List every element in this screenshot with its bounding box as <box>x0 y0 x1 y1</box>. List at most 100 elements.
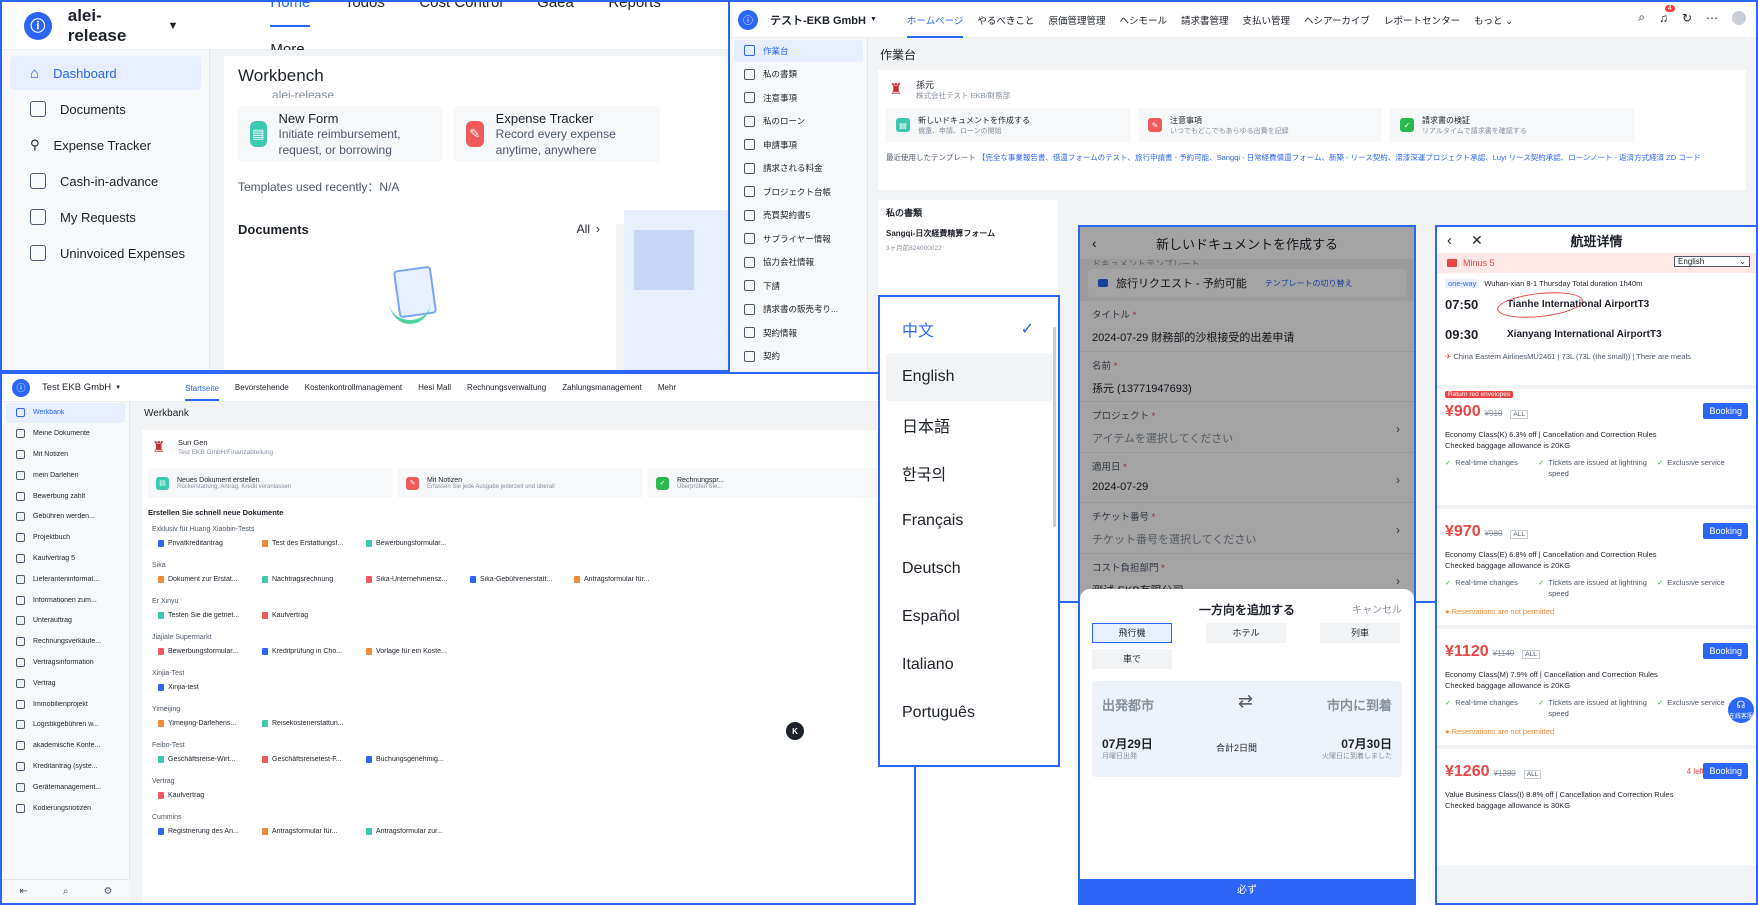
sidebar-item[interactable]: 作業台 <box>734 40 863 62</box>
template-item[interactable]: Yimeijing-Darlehens... <box>158 720 248 727</box>
template-item[interactable]: Privatkreditantrag <box>158 540 248 547</box>
template-item[interactable]: Registrierung des An... <box>158 828 248 835</box>
nav-mall[interactable]: Hesi Mall <box>418 383 451 392</box>
nav-mehr[interactable]: Mehr <box>658 383 676 392</box>
template-item[interactable]: Bewerbungsformular... <box>158 648 248 655</box>
language-option[interactable]: Português <box>886 689 1052 737</box>
refresh-icon[interactable]: ↻ <box>1682 11 1692 25</box>
sidebar-item-uninvoiced[interactable]: Uninvoiced Expenses <box>10 236 201 270</box>
invoice-card[interactable]: ✓ Rechnungspr... Überprüfen Sie... <box>648 468 892 498</box>
template-item[interactable]: Nachtragsrechnung <box>262 576 352 583</box>
sidebar-item[interactable]: 注意事項 <box>734 87 863 109</box>
notes-card[interactable]: ✎ Mit Notizen Erfassen Sie jede Ausgabe j… <box>398 468 642 498</box>
from-city[interactable]: 出発都市 <box>1102 695 1154 714</box>
sidebar-item[interactable]: Mit Notizen <box>6 445 125 465</box>
sidebar-item[interactable]: 下請 <box>734 275 863 297</box>
app-name[interactable]: Test EKB GmbH <box>42 382 111 393</box>
sidebar-item[interactable]: Bewerbung zahlt <box>6 486 125 506</box>
gear-icon[interactable]: ⚙ <box>104 886 113 897</box>
to-city[interactable]: 市内に到着 <box>1327 695 1392 714</box>
search-icon[interactable]: ⌕ <box>1638 10 1645 25</box>
sidebar-item[interactable]: 私のローン <box>734 111 863 133</box>
sidebar-item[interactable]: Lieferanteninformat... <box>6 569 125 589</box>
sidebar-item[interactable]: Meine Dokumente <box>6 424 125 444</box>
nav-payment[interactable]: 支払い管理 <box>1242 13 1290 27</box>
language-option[interactable]: Deutsch <box>886 545 1052 593</box>
template-item[interactable]: Antragsformular zur... <box>366 828 456 835</box>
nav-report[interactable]: レポートセンター <box>1384 13 1460 27</box>
sidebar-item[interactable]: Kaufvertrag 5 <box>6 549 125 569</box>
template-item[interactable]: Kaufvertrag <box>158 792 248 799</box>
template-item[interactable]: Buchungsgenehmig... <box>366 756 456 763</box>
option-car[interactable]: 車で <box>1092 649 1172 669</box>
nav-zahlung[interactable]: Zahlungsmanagement <box>562 383 642 392</box>
language-option[interactable]: Italiano <box>886 641 1052 689</box>
nav-mall[interactable]: ヘシモール <box>1119 13 1167 27</box>
sidebar-item[interactable]: Projektbuch <box>6 528 125 548</box>
nav-rechnung[interactable]: Rechnungsverwaltung <box>467 383 546 392</box>
back-icon[interactable]: ‹ <box>1447 232 1452 249</box>
template-item[interactable]: Xinjia-test <box>158 684 248 691</box>
template-item[interactable]: Geschäftsreisetest-F... <box>262 756 352 763</box>
sidebar-item[interactable]: Vertrag <box>6 673 125 693</box>
chevron-down-icon[interactable]: ▼ <box>115 385 121 391</box>
nav-bevorstehende[interactable]: Bevorstehende <box>235 383 289 392</box>
nav-home[interactable]: ホームページ <box>906 2 964 38</box>
notes-card[interactable]: ✎ 注意事項 いつでもどこでもあらゆる出費を記録 <box>1138 108 1382 142</box>
language-option[interactable]: 中文 ✓ <box>886 305 1052 353</box>
sidebar-item[interactable]: Immobilienprojekt <box>6 694 125 714</box>
sidebar-item[interactable]: Unterauftrag <box>6 611 125 631</box>
fare-rule[interactable]: Cancellation and Correction Rules <box>1543 550 1657 559</box>
close-icon[interactable]: ✕ <box>1471 232 1483 249</box>
template-item[interactable]: Testen Sie die getriet... <box>158 612 248 619</box>
language-option[interactable]: Français <box>886 497 1052 545</box>
fare-rule[interactable]: Cancellation and Correction Rules <box>1543 430 1657 439</box>
doc-name[interactable]: Sangqi-日次経費精算フォーム <box>886 228 995 239</box>
nav-kosten[interactable]: Kostenkontrollmanagement <box>305 383 402 392</box>
language-select[interactable]: English ⌄ <box>1674 256 1750 267</box>
sidebar-item[interactable]: Kreditantrag (syste... <box>6 757 125 777</box>
sidebar-item-documents[interactable]: Documents <box>10 92 201 126</box>
nav-archive[interactable]: ヘシアーカイブ <box>1304 13 1370 27</box>
template-item[interactable]: Bewerbungsformular... <box>366 540 456 547</box>
sidebar-item[interactable]: Kodierungsnotizen <box>6 798 125 818</box>
fare-rule[interactable]: Cancellation and Correction Rules <box>1560 790 1674 799</box>
sidebar-item-dashboard[interactable]: ⌂ Dashboard <box>10 56 201 90</box>
app-name[interactable]: alei-release <box>68 6 160 46</box>
sidebar-item[interactable]: 契約 <box>734 346 863 368</box>
sidebar-item[interactable]: 請求書の販売考り... <box>734 299 863 321</box>
booking-button[interactable]: Booking <box>1703 523 1748 539</box>
customer-service-icon[interactable]: ☊ 在线客服 <box>1728 697 1754 723</box>
sidebar-item-expense-tracker[interactable]: ⚲ Expense Tracker <box>10 128 201 162</box>
nav-reports[interactable]: Reports <box>608 2 661 25</box>
booking-button[interactable]: Booking <box>1703 403 1748 419</box>
nav-more[interactable]: もっと ⌄ <box>1474 13 1513 27</box>
booking-button[interactable]: Booking <box>1703 643 1748 659</box>
template-item[interactable]: Kaufvertrag <box>262 612 352 619</box>
sidebar-item-cash-in-advance[interactable]: Cash-in-advance <box>10 164 201 198</box>
nav-todos[interactable]: やるべきこと <box>977 13 1034 27</box>
nav-cost[interactable]: 原価管理管理 <box>1048 13 1105 27</box>
sidebar-item[interactable]: プロジェクト台帳 <box>734 181 863 203</box>
language-option[interactable]: 한국의 <box>886 449 1052 497</box>
language-option[interactable]: 日本語 <box>886 401 1052 449</box>
new-doc-card[interactable]: ▤ 新しいドキュメントを作成する 償還、申請、ローンの開始 <box>886 108 1130 142</box>
option-hotel[interactable]: ホテル <box>1206 623 1286 643</box>
nav-startseite[interactable]: Startseite <box>185 375 219 401</box>
nav-cost-control[interactable]: Cost Control <box>419 2 502 25</box>
invoice-verify-card[interactable]: ✓ 請求書の検証 リアルタイムで請求書を確認する <box>1390 108 1634 142</box>
more-icon[interactable]: ⋯ <box>1706 11 1718 25</box>
expense-tracker-card[interactable]: ✎ Expense Tracker Record every expense an… <box>454 106 660 162</box>
language-option[interactable]: Español <box>886 593 1052 641</box>
documents-all-link[interactable]: All › <box>577 222 600 236</box>
chevron-down-icon[interactable]: ▼ <box>167 20 178 32</box>
to-date[interactable]: 07月30日 <box>1341 735 1392 752</box>
template-item[interactable]: Test des Erstattungsf... <box>262 540 352 547</box>
template-item[interactable]: Reisekostenerstattun... <box>262 720 352 727</box>
sidebar-item[interactable]: Gerätemanagement... <box>6 777 125 797</box>
sidebar-item[interactable]: akademische Konfe... <box>6 736 125 756</box>
template-item[interactable]: Kreditprüfung in Cho... <box>262 648 352 655</box>
nav-invoice[interactable]: 請求書管理 <box>1181 13 1229 27</box>
new-form-card[interactable]: ▤ New Form Initiate reimbursement, reques… <box>238 106 442 162</box>
template-item[interactable]: Vorlage für ein Koste... <box>366 648 456 655</box>
